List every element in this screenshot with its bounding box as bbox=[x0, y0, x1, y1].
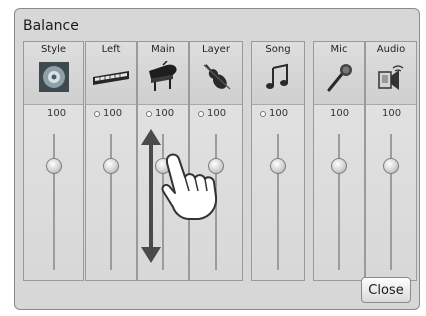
channel-strip-left: Left 100 bbox=[85, 41, 137, 281]
channel-value: 100 bbox=[269, 108, 289, 119]
channel-strip-song: Song 100 bbox=[251, 41, 305, 281]
channel-value: 100 bbox=[207, 108, 227, 119]
channel-strip-mic: Mic 100 bbox=[313, 41, 365, 281]
audio-device-icon[interactable] bbox=[371, 58, 411, 96]
touch-hand-icon bbox=[161, 153, 218, 220]
channel-value: 100 bbox=[47, 108, 67, 119]
grand-piano-icon[interactable] bbox=[143, 58, 183, 96]
music-note-icon[interactable] bbox=[258, 58, 298, 96]
fader-knob[interactable] bbox=[270, 158, 286, 174]
fader-knob[interactable] bbox=[383, 158, 399, 174]
violin-icon[interactable] bbox=[196, 58, 236, 96]
channel-name: Style bbox=[40, 44, 67, 55]
fader-track[interactable] bbox=[338, 134, 340, 270]
close-button[interactable]: Close bbox=[361, 277, 411, 303]
keyboard-icon[interactable] bbox=[91, 58, 131, 96]
channel-name: Song bbox=[265, 44, 291, 55]
channel-value: 100 bbox=[155, 108, 175, 119]
channel-name: Main bbox=[151, 44, 175, 55]
panel-title: Balance bbox=[23, 18, 79, 34]
channel-value: 100 bbox=[330, 108, 350, 119]
fader-track[interactable] bbox=[110, 134, 112, 270]
part-indicator bbox=[146, 111, 152, 117]
channel-name: Left bbox=[101, 44, 121, 55]
channel-strip-style: Style 100 bbox=[23, 41, 84, 281]
fader-knob[interactable] bbox=[331, 158, 347, 174]
fader-knob[interactable] bbox=[103, 158, 119, 174]
fader-track[interactable] bbox=[390, 134, 392, 270]
part-indicator bbox=[198, 111, 204, 117]
fader-track[interactable] bbox=[277, 134, 279, 270]
channel-name: Layer bbox=[202, 44, 230, 55]
channel-name: Mic bbox=[330, 44, 348, 55]
channel-value: 100 bbox=[103, 108, 123, 119]
balance-window: Balance Style 100 Left 100 Main 100 Laye… bbox=[14, 8, 420, 310]
channel-name: Audio bbox=[376, 44, 406, 55]
fader-knob[interactable] bbox=[45, 158, 62, 174]
microphone-icon[interactable] bbox=[319, 58, 359, 96]
channel-strip-audio: Audio 100 bbox=[365, 41, 417, 281]
part-indicator bbox=[260, 111, 266, 117]
part-indicator bbox=[94, 111, 100, 117]
speaker-icon[interactable] bbox=[34, 58, 74, 96]
channel-value: 100 bbox=[382, 108, 402, 119]
fader-track[interactable] bbox=[52, 134, 55, 270]
